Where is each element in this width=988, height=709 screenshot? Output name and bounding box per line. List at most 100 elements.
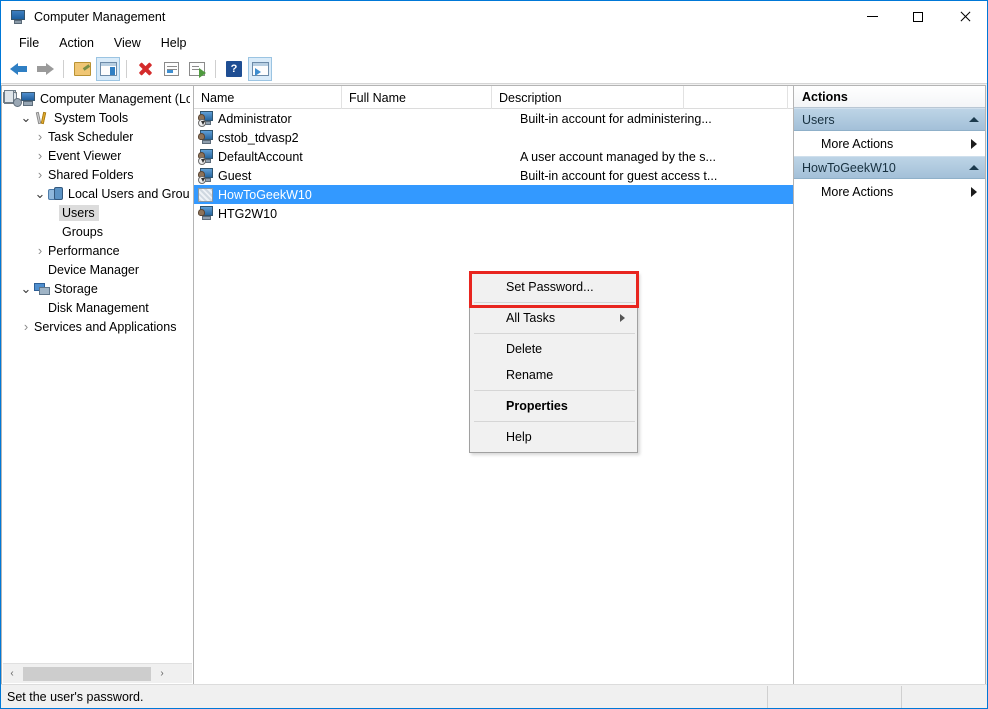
tree-node-label: Disk Management	[48, 301, 149, 315]
table-row[interactable]: AdministratorBuilt-in account for admini…	[194, 109, 793, 128]
tree-node-label: Performance	[48, 244, 120, 258]
scroll-left-arrow-icon[interactable]: ‹	[3, 665, 21, 683]
console-tree-panel: Computer Management (Local⌄System Tools›…	[1, 85, 193, 685]
tree-node-device-manager[interactable]: Device Manager	[2, 260, 192, 279]
chevron-down-icon[interactable]: ⌄	[32, 186, 48, 202]
table-row[interactable]: HTG2W10	[194, 204, 793, 223]
menu-file[interactable]: File	[9, 34, 49, 52]
tree-node-label: Shared Folders	[48, 168, 133, 182]
computer-icon	[20, 91, 36, 107]
context-menu-item-rename[interactable]: Rename	[470, 362, 637, 388]
menu-separator	[474, 390, 635, 391]
chevron-right-icon[interactable]: ›	[18, 319, 34, 335]
table-row[interactable]: cstob_tdvasp2	[194, 128, 793, 147]
column-header-blank[interactable]	[684, 86, 788, 109]
column-header-name[interactable]: Name	[194, 86, 342, 109]
tree-node-users[interactable]: Users	[2, 203, 192, 222]
tree-node-task-scheduler[interactable]: ›Task Scheduler	[2, 127, 192, 146]
tree-horizontal-scrollbar[interactable]: ‹ ›	[3, 663, 192, 683]
up-one-level-button[interactable]	[70, 57, 94, 81]
chevron-right-icon	[971, 187, 977, 197]
close-button[interactable]	[941, 1, 987, 32]
context-menu-item-delete[interactable]: Delete	[470, 336, 637, 362]
help-button[interactable]: ?	[222, 57, 246, 81]
user-icon	[198, 130, 214, 146]
back-button[interactable]	[7, 57, 31, 81]
context-menu-item-all-tasks[interactable]: All Tasks	[470, 305, 637, 331]
forward-button[interactable]	[33, 57, 57, 81]
context-menu-item-help[interactable]: Help	[470, 424, 637, 450]
cell-name: Guest	[218, 169, 366, 183]
scrollbar-thumb[interactable]	[23, 667, 151, 681]
chevron-right-icon[interactable]: ›	[32, 167, 48, 183]
tree-node-label: Task Scheduler	[48, 130, 133, 144]
menu-help[interactable]: Help	[151, 34, 197, 52]
menu-view[interactable]: View	[104, 34, 151, 52]
chevron-down-icon[interactable]: ⌄	[18, 110, 34, 126]
tree-node-label: Users	[59, 205, 99, 221]
context-menu-item-set-password[interactable]: Set Password...	[470, 274, 637, 300]
cell-name: cstob_tdvasp2	[218, 131, 366, 145]
action-item-label: More Actions	[821, 185, 971, 199]
minimize-button[interactable]	[849, 1, 895, 32]
chevron-right-icon[interactable]: ›	[32, 148, 48, 164]
computer-management-window: Computer Management File Action View Hel…	[0, 0, 988, 709]
context-menu[interactable]: Set Password... All Tasks DeleteRename Prop…	[469, 272, 638, 453]
local-users-groups-icon	[48, 186, 64, 202]
export-list-icon	[189, 62, 205, 76]
storage-icon	[34, 281, 50, 297]
tree-node-event-viewer[interactable]: ›Event Viewer	[2, 146, 192, 165]
tree-node-services-and-applications[interactable]: ›Services and Applications	[2, 317, 192, 336]
tree-node-storage[interactable]: ⌄Storage	[2, 279, 192, 298]
maximize-button[interactable]	[895, 1, 941, 32]
context-menu-item-properties[interactable]: Properties	[470, 393, 637, 419]
context-menu-item-label: Help	[506, 430, 625, 444]
tree-node-performance[interactable]: ›Performance	[2, 241, 192, 260]
tree-node-groups[interactable]: Groups	[2, 222, 192, 241]
properties-icon	[164, 62, 179, 76]
actions-group-header-howtogeekw10[interactable]: HowToGeekW10	[794, 156, 985, 179]
column-header-description[interactable]: Description	[492, 86, 684, 109]
tree-node-label: Local Users and Groups	[68, 187, 190, 201]
cell-name: DefaultAccount	[218, 150, 366, 164]
status-bar: Set the user's password.	[1, 684, 987, 708]
tree-node-label: Services and Applications	[34, 320, 176, 334]
tree-node-label: Device Manager	[48, 263, 139, 277]
actions-group-header-users[interactable]: Users	[794, 108, 985, 131]
table-row[interactable]: DefaultAccountA user account managed by …	[194, 147, 793, 166]
arrow-left-icon	[10, 62, 28, 76]
chevron-spacer	[32, 262, 48, 278]
tree-node-local-users-and-groups[interactable]: ⌄ Local Users and Groups	[2, 184, 192, 203]
tree-node-computer-management-local[interactable]: Computer Management (Local	[2, 89, 192, 108]
tree-node-disk-management[interactable]: Disk Management	[2, 298, 192, 317]
export-list-button[interactable]	[185, 57, 209, 81]
scroll-right-arrow-icon[interactable]: ›	[153, 665, 171, 683]
menu-action[interactable]: Action	[49, 34, 104, 52]
actions-group-label: HowToGeekW10	[802, 161, 969, 175]
actions-panel: Actions UsersMore ActionsHowToGeekW10Mor…	[794, 85, 986, 685]
tree-node-system-tools[interactable]: ⌄System Tools	[2, 108, 192, 127]
action-item-more-actions[interactable]: More Actions	[794, 179, 985, 204]
chevron-down-icon[interactable]: ⌄	[18, 281, 34, 297]
chevron-right-icon[interactable]: ›	[32, 129, 48, 145]
table-row[interactable]: GuestBuilt-in account for guest access t…	[194, 166, 793, 185]
delete-button[interactable]	[133, 57, 157, 81]
column-header-full-name[interactable]: Full Name	[342, 86, 492, 109]
show-action-pane-button[interactable]	[248, 57, 272, 81]
chevron-up-icon[interactable]	[969, 117, 979, 122]
tree-node-shared-folders[interactable]: ›Shared Folders	[2, 165, 192, 184]
window-controls	[849, 1, 987, 32]
toolbar-separator	[63, 60, 64, 78]
chevron-up-icon[interactable]	[969, 165, 979, 170]
actions-group-label: Users	[802, 113, 969, 127]
table-row[interactable]: HowToGeekW10	[194, 185, 793, 204]
show-hide-console-tree-button[interactable]	[96, 57, 120, 81]
window-title: Computer Management	[34, 10, 165, 24]
console-tree[interactable]: Computer Management (Local⌄System Tools›…	[2, 89, 192, 662]
chevron-right-icon[interactable]: ›	[32, 243, 48, 259]
menu-separator	[474, 421, 635, 422]
context-menu-item-label: Properties	[506, 399, 625, 413]
action-item-more-actions[interactable]: More Actions	[794, 131, 985, 156]
properties-button[interactable]	[159, 57, 183, 81]
title-bar: Computer Management	[1, 1, 987, 32]
